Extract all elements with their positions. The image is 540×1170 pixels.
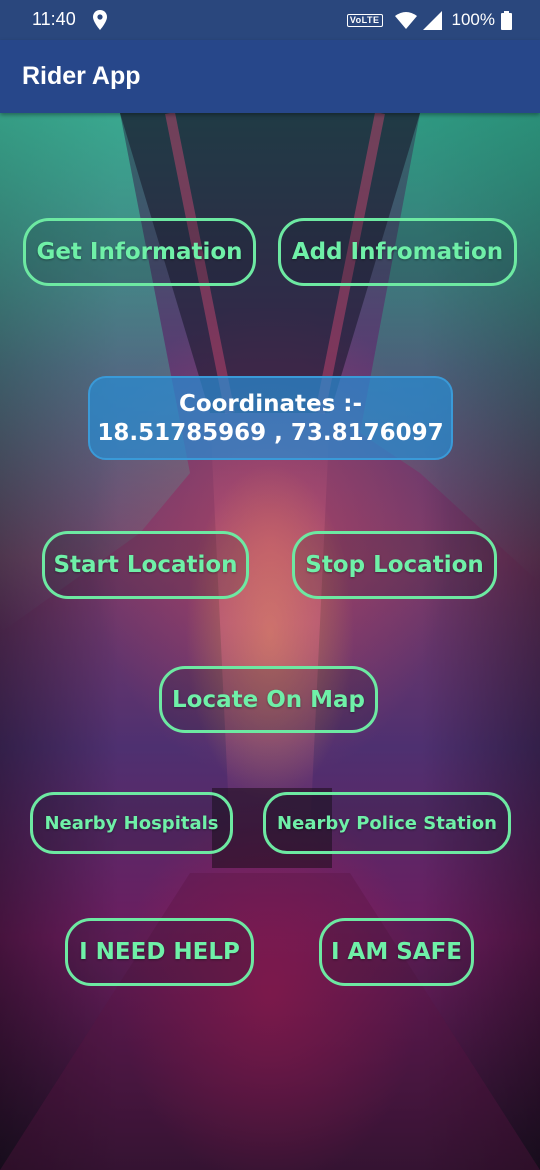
coordinates-display: Coordinates :- 18.51785969 , 73.8176097: [88, 376, 453, 460]
battery-icon: [501, 10, 512, 30]
wifi-icon: [394, 11, 417, 29]
app-bar: Rider App: [0, 40, 540, 113]
status-time: 11:40: [32, 9, 76, 29]
add-information-button[interactable]: Add Infromation: [278, 218, 517, 286]
cell-signal-icon: [422, 10, 442, 30]
app-title: Rider App: [22, 62, 141, 90]
nearby-hospitals-button[interactable]: Nearby Hospitals: [30, 792, 233, 854]
get-information-button[interactable]: Get Information: [23, 218, 256, 286]
start-location-button[interactable]: Start Location: [42, 531, 249, 599]
main-content: Get Information Add Infromation Coordina…: [0, 113, 540, 1170]
location-pin-icon: [93, 10, 107, 30]
i-need-help-button[interactable]: I NEED HELP: [65, 918, 254, 986]
i-am-safe-button[interactable]: I AM SAFE: [319, 918, 474, 986]
stop-location-button[interactable]: Stop Location: [292, 531, 497, 599]
coordinates-value: 18.51785969 , 73.8176097: [97, 420, 444, 446]
nearby-police-station-button[interactable]: Nearby Police Station: [263, 792, 511, 854]
status-icons: VoLTE 100%: [346, 8, 512, 32]
volte-badge: VoLTE: [346, 13, 383, 27]
locate-on-map-button[interactable]: Locate On Map: [159, 666, 378, 733]
coordinates-label: Coordinates :-: [178, 391, 363, 417]
status-bar: 11:40 VoLTE 100%: [0, 0, 540, 40]
battery-percent: 100%: [451, 10, 495, 29]
